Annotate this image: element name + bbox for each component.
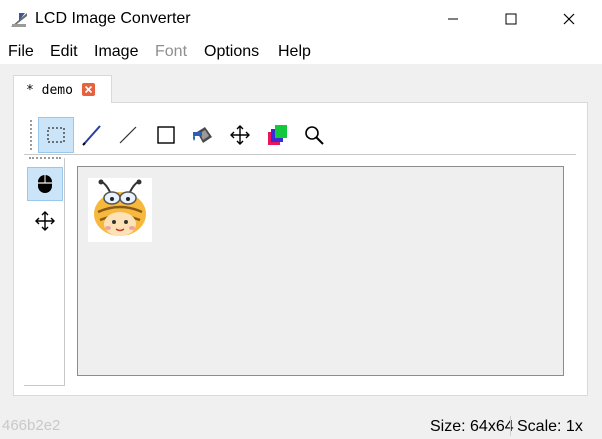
close-icon (84, 85, 93, 94)
maximize-button[interactable] (488, 0, 534, 38)
tool-rectangle[interactable] (148, 117, 184, 153)
pen-icon (82, 125, 101, 146)
tool-line[interactable] (110, 117, 146, 153)
toolbar-separator (24, 154, 576, 155)
menu-help[interactable]: Help (278, 42, 311, 62)
select-rect-icon (47, 127, 65, 143)
tool-move[interactable] (222, 117, 258, 153)
maximize-icon (505, 13, 517, 25)
tool-mouse[interactable] (27, 167, 63, 201)
minimize-button[interactable] (430, 0, 476, 38)
window-title: LCD Image Converter (35, 10, 191, 27)
close-button[interactable] (546, 0, 592, 38)
tool-color[interactable] (259, 117, 295, 153)
app-icon (9, 9, 29, 29)
side-toolbar-grip[interactable] (29, 157, 61, 161)
fill-bucket-icon (193, 127, 212, 143)
menu-options[interactable]: Options (204, 42, 259, 62)
title-bar: LCD Image Converter (0, 0, 602, 38)
menu-font[interactable]: Font (155, 42, 187, 62)
line-icon (119, 126, 137, 144)
color-icon (268, 125, 287, 145)
bee-face-image (94, 179, 146, 236)
tool-pan[interactable] (27, 204, 63, 238)
tool-select[interactable] (38, 117, 74, 153)
menu-edit[interactable]: Edit (50, 42, 78, 62)
toolbar-grip[interactable] (30, 120, 34, 150)
menu-image[interactable]: Image (94, 42, 138, 62)
tab-demo[interactable]: * demo (13, 75, 112, 103)
version-watermark: 466b2e2 (2, 417, 61, 434)
tab-close-button[interactable] (82, 83, 95, 96)
image-preview[interactable] (88, 178, 152, 242)
status-scale: Scale: 1x (517, 418, 583, 435)
status-divider (510, 416, 511, 436)
mouse-icon (38, 175, 52, 193)
menu-file[interactable]: File (8, 42, 34, 62)
tool-fill[interactable] (185, 117, 221, 153)
tool-zoom[interactable] (296, 117, 332, 153)
status-size: Size: 64x64 (430, 418, 514, 435)
tool-pen[interactable] (74, 117, 110, 153)
minimize-icon (448, 18, 458, 20)
menu-bar: File Edit Image Font Options Help (0, 38, 602, 64)
close-icon (563, 13, 575, 25)
rectangle-icon (157, 126, 175, 144)
zoom-icon (305, 126, 324, 145)
move-icon (35, 211, 55, 231)
move-icon (230, 125, 250, 145)
tab-label: * demo (26, 83, 73, 98)
